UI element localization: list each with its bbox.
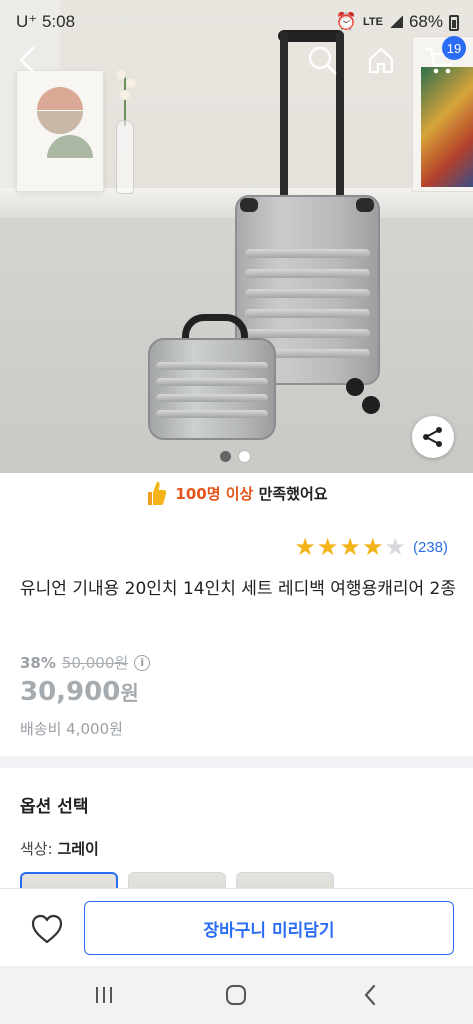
- signal-icon: [388, 16, 403, 28]
- flower-bloom: [126, 78, 136, 88]
- recent-apps-icon: [96, 987, 112, 1003]
- star-icon: ★: [316, 533, 339, 561]
- vase: [116, 120, 134, 194]
- back-nav-button[interactable]: [350, 980, 390, 1010]
- battery-icon: [449, 15, 459, 31]
- product-image[interactable]: [0, 0, 473, 473]
- option-title: 옵션 선택: [20, 797, 89, 817]
- back-chevron-icon: [364, 984, 376, 1006]
- satisfaction-banner: 100명 이상 만족했어요: [0, 477, 473, 509]
- price-number: 30,900: [20, 677, 121, 707]
- discount-rate: 38%: [20, 653, 56, 672]
- rating[interactable]: ★ ★ ★ ★ ★ (238): [294, 535, 448, 559]
- system-navigation-bar: [0, 966, 473, 1024]
- product-title: 유니언 기내용 20인치 14인치 세트 레디백 여행용캐리어 2종: [20, 579, 456, 599]
- review-count-link[interactable]: (238): [413, 539, 448, 556]
- wheel: [346, 378, 364, 396]
- cart-count-badge: 19: [442, 36, 466, 60]
- chevron-left-icon: [19, 46, 35, 74]
- search-icon: [308, 46, 337, 75]
- home-nav-button[interactable]: [216, 980, 256, 1010]
- action-bar: 장바구니 미리담기: [0, 888, 473, 966]
- wheel: [362, 396, 380, 414]
- battery-percent: 68%: [408, 12, 443, 31]
- add-to-cart-button[interactable]: 장바구니 미리담기: [84, 901, 454, 955]
- color-selection: 색상: 그레이: [20, 838, 99, 859]
- home-icon: [368, 47, 394, 74]
- section-divider: [0, 756, 473, 768]
- sale-price: 30,900원: [20, 677, 139, 707]
- heart-icon[interactable]: [30, 913, 64, 945]
- share-button[interactable]: [412, 416, 454, 458]
- price-unit: 원: [120, 681, 139, 705]
- network-label: LTE: [363, 16, 383, 28]
- star-icon: ★: [361, 533, 384, 561]
- star-empty-icon: ★: [384, 533, 406, 561]
- wall-art-frame: [16, 70, 104, 192]
- original-price: 50,000원: [61, 654, 129, 672]
- home-square-icon: [226, 985, 246, 1005]
- satisfaction-text: 만족했어요: [258, 484, 328, 503]
- satisfaction-count: 100명 이상: [175, 484, 254, 503]
- back-button[interactable]: [8, 40, 48, 80]
- flower-bloom: [116, 70, 126, 80]
- info-icon[interactable]: i: [134, 654, 151, 671]
- color-label: 색상:: [20, 840, 58, 858]
- status-bar: U⁺ 5:08 ⏰ LTE 68%: [0, 0, 473, 44]
- search-button[interactable]: [302, 40, 342, 80]
- star-icon: ★: [294, 533, 316, 561]
- status-time: U⁺ 5:08: [16, 12, 76, 31]
- suitcase-small: [148, 338, 276, 440]
- flower-bloom: [120, 90, 130, 100]
- star-icon: ★: [339, 533, 361, 561]
- discount-row: 38% 50,000원 i: [20, 652, 151, 673]
- thumbs-up-icon: [148, 481, 167, 505]
- shipping-fee: 배송비 4,000원: [20, 720, 123, 738]
- recent-apps-button[interactable]: [84, 980, 124, 1010]
- pagination-dot[interactable]: [239, 451, 250, 462]
- home-button[interactable]: [361, 40, 401, 80]
- gallery-pagination: [220, 451, 250, 462]
- pagination-dot-active[interactable]: [220, 451, 231, 462]
- share-icon: [423, 427, 442, 447]
- alarm-icon: ⏰: [335, 12, 357, 31]
- color-value: 그레이: [57, 840, 99, 858]
